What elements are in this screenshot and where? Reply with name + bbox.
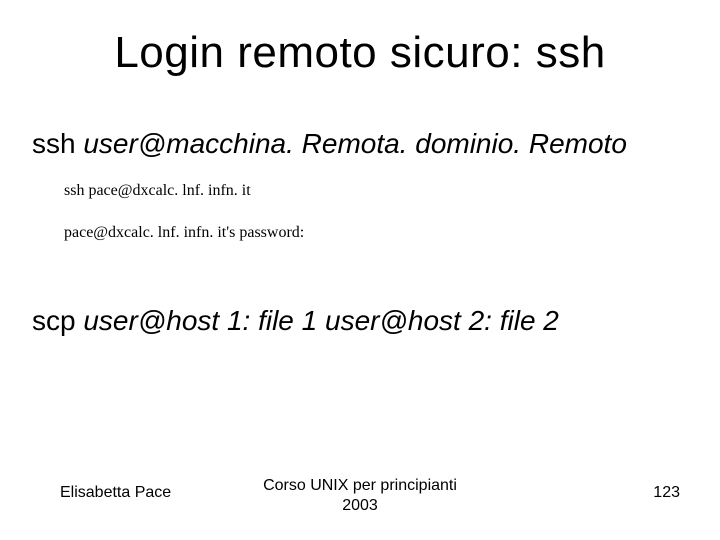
scp-command: scp [32,305,83,336]
slide: Login remoto sicuro: ssh ssh user@macchi… [0,0,720,540]
scp-args: user@host 1: file 1 user@host 2: file 2 [83,305,559,336]
footer-course-year: 2003 [342,497,378,514]
slide-title: Login remoto sicuro: ssh [0,28,720,78]
footer-course-title: Corso UNIX per principianti [263,477,457,494]
terminal-line-1: ssh pace@dxcalc. lnf. infn. it [64,182,251,200]
footer-center: Corso UNIX per principianti 2003 [0,476,720,516]
ssh-command: ssh [32,128,83,159]
ssh-args: user@macchina. Remota. dominio. Remoto [83,128,627,159]
ssh-syntax-line: ssh user@macchina. Remota. dominio. Remo… [32,128,700,160]
footer-page-number: 123 [653,484,680,502]
scp-syntax-line: scp user@host 1: file 1 user@host 2: fil… [32,305,700,337]
terminal-line-2: pace@dxcalc. lnf. infn. it's password: [64,224,304,242]
